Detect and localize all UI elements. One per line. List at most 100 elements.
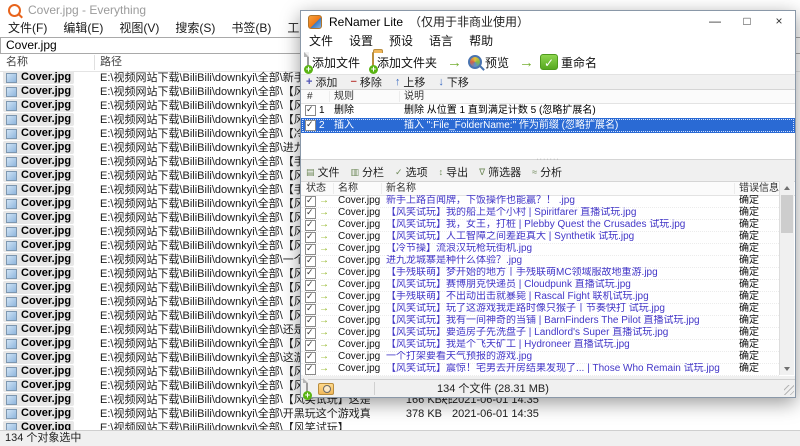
file-row[interactable]: → Cover.jpg 【风笑试玩】震惊！宅男去开房结果发现了... | Those… bbox=[301, 363, 779, 376]
renamer-menu-item[interactable]: 预设 bbox=[381, 33, 421, 50]
rule-checkbox[interactable] bbox=[305, 119, 316, 131]
original-name: Cover.jpg bbox=[338, 303, 381, 314]
file-checkbox[interactable] bbox=[305, 207, 316, 219]
file-checkbox[interactable] bbox=[305, 291, 316, 303]
file-checkbox[interactable] bbox=[305, 267, 316, 279]
original-name: Cover.jpg bbox=[338, 255, 381, 266]
move-up-button[interactable]: ↑ 上移 bbox=[395, 74, 426, 90]
renamed-arrow-icon: → bbox=[319, 351, 329, 362]
image-file-icon bbox=[6, 114, 17, 125]
error-status: 确定 bbox=[739, 339, 759, 350]
add-files-label[interactable]: 添加文件 bbox=[312, 54, 360, 71]
file-checkbox[interactable] bbox=[305, 339, 316, 351]
preview-icon[interactable] bbox=[468, 55, 483, 69]
renamer-menu-item[interactable]: 文件 bbox=[301, 33, 341, 50]
rules-table: # 规则 说明 1 删除 删除 从位置 1 直到满足计数 5 (忽略扩展名) 2 插入 插… bbox=[301, 89, 795, 160]
file-name-cell: Cover.jpg bbox=[3, 393, 75, 406]
rename-icon[interactable]: ✓ bbox=[540, 54, 559, 70]
files-panel-button-筛选器[interactable]: ∇ 筛选器 bbox=[479, 164, 521, 180]
column-header-name[interactable]: 名称 bbox=[6, 54, 28, 71]
files-panel-button-分析[interactable]: ≈ 分析 bbox=[532, 164, 562, 180]
file-checkbox[interactable] bbox=[305, 303, 316, 315]
files-panel-button-label: 分栏 bbox=[362, 167, 385, 179]
flow-arrow-icon: → bbox=[447, 53, 463, 71]
move-down-button[interactable]: ↓ 下移 bbox=[438, 74, 469, 90]
file-checkbox[interactable] bbox=[305, 231, 316, 243]
rules-header-desc[interactable]: 说明 bbox=[404, 90, 424, 103]
scroll-down-icon[interactable] bbox=[780, 362, 794, 375]
files-panel-button-分栏[interactable]: ▥ 分栏 bbox=[351, 164, 385, 180]
file-checkbox[interactable] bbox=[305, 279, 316, 291]
rules-toolbar: + 添加 − 移除 ↑ 上移 ↓ 下移 bbox=[301, 75, 795, 89]
rules-header-number[interactable]: # bbox=[307, 90, 313, 103]
files-header-status[interactable]: 状态 bbox=[306, 182, 326, 195]
rules-header-rule[interactable]: 规则 bbox=[334, 90, 354, 103]
new-name: 一个打架要看天气预报的游戏.jpg bbox=[386, 351, 533, 362]
rule-number: 2 bbox=[319, 120, 325, 131]
file-checkbox[interactable] bbox=[305, 255, 316, 267]
renamer-menu-item[interactable]: 设置 bbox=[341, 33, 381, 50]
flow-arrow-icon: → bbox=[519, 53, 535, 71]
files-panel-button-导出[interactable]: ↕ 导出 bbox=[439, 164, 469, 180]
minimize-button[interactable]: — bbox=[699, 11, 731, 33]
rule-row[interactable]: 1 删除 删除 从位置 1 直到满足计数 5 (忽略扩展名) bbox=[301, 103, 795, 118]
files-header-newname[interactable]: 新名称 bbox=[386, 182, 416, 195]
add-folders-label[interactable]: 添加文件夹 bbox=[377, 54, 437, 71]
file-checkbox[interactable] bbox=[305, 195, 316, 207]
everything-menu-item[interactable]: 书签(B) bbox=[223, 20, 279, 37]
everything-result-row[interactable]: Cover.jpg E:\视频网站下载\BiliBili\downkyi\全部\开… bbox=[0, 407, 800, 421]
file-checkbox[interactable] bbox=[305, 219, 316, 231]
preview-label[interactable]: 预览 bbox=[485, 54, 509, 71]
everything-menu-item[interactable]: 文件(F) bbox=[0, 20, 55, 37]
original-name: Cover.jpg bbox=[338, 219, 381, 230]
file-checkbox[interactable] bbox=[305, 351, 316, 363]
file-name-cell: Cover.jpg bbox=[3, 211, 75, 224]
add-files-status-button[interactable]: + bbox=[303, 378, 312, 400]
renamer-titlebar[interactable]: ReNamer Lite （仅用于非商业使用） — □ × bbox=[301, 11, 795, 33]
file-checkbox[interactable] bbox=[305, 243, 316, 255]
everything-menu-item[interactable]: 视图(V) bbox=[111, 20, 167, 37]
file-checkbox[interactable] bbox=[305, 327, 316, 339]
everything-menu-item[interactable]: 搜索(S) bbox=[167, 20, 223, 37]
add-rule-button[interactable]: + 添加 bbox=[306, 74, 337, 90]
column-header-path[interactable]: 路径 bbox=[100, 54, 122, 71]
files-panel-button-文件[interactable]: ▤ 文件 bbox=[306, 164, 340, 180]
file-name-cell: Cover.jpg bbox=[3, 379, 75, 392]
browse-folder-icon[interactable] bbox=[318, 383, 334, 395]
resize-grip[interactable] bbox=[784, 385, 794, 395]
files-panel-button-选项[interactable]: ✓ 选项 bbox=[395, 164, 428, 180]
everything-result-row[interactable]: Cover.jpg E:\视频网站下载\BiliBili\downkyi\全部\【… bbox=[0, 421, 800, 430]
file-name-cell: Cover.jpg bbox=[3, 197, 75, 210]
error-status: 确定 bbox=[739, 327, 759, 338]
column-divider[interactable] bbox=[94, 55, 95, 70]
options-icon: ✓ bbox=[395, 166, 403, 177]
image-file-icon bbox=[6, 394, 17, 405]
file-name-cell: Cover.jpg bbox=[3, 127, 75, 140]
file-checkbox[interactable] bbox=[305, 315, 316, 327]
files-scrollbar[interactable] bbox=[779, 181, 794, 375]
everything-menu-item[interactable]: 编辑(E) bbox=[55, 20, 111, 37]
file-name: Cover.jpg bbox=[21, 309, 72, 321]
rule-row[interactable]: 2 插入 插入 ":File_FolderName:" 作为前缀 (忽略扩展名) bbox=[301, 118, 795, 133]
renamer-menu-item[interactable]: 语言 bbox=[421, 33, 461, 50]
renamer-window-title: ReNamer Lite （仅用于非商业使用） bbox=[329, 15, 530, 29]
files-header-name[interactable]: 名称 bbox=[338, 182, 358, 195]
image-file-icon bbox=[6, 422, 17, 430]
files-header-error[interactable]: 错误信息 bbox=[739, 182, 779, 195]
new-name: 新手上路百闻牌，下饭操作也能赢？！ .jpg bbox=[386, 195, 575, 206]
add-files-button[interactable]: + bbox=[304, 52, 313, 74]
add-folders-button[interactable]: + bbox=[369, 52, 379, 74]
file-checkbox[interactable] bbox=[305, 363, 316, 375]
scroll-up-icon[interactable] bbox=[780, 181, 794, 194]
scrollbar-thumb[interactable] bbox=[781, 195, 793, 233]
new-name: 【风笑试玩】要造房子先洗盘子 | Landlord's Super 直播试玩.j… bbox=[386, 327, 669, 338]
columns-icon: ▥ bbox=[350, 166, 360, 177]
close-button[interactable]: × bbox=[763, 11, 795, 33]
rule-checkbox[interactable] bbox=[305, 104, 316, 116]
original-name: Cover.jpg bbox=[338, 195, 381, 206]
renamer-toolbar: + 添加文件 + 添加文件夹 → 预览 → ✓ 重命名 bbox=[301, 50, 795, 75]
renamer-menu-item[interactable]: 帮助 bbox=[461, 33, 501, 50]
rename-label[interactable]: 重命名 bbox=[561, 54, 597, 71]
maximize-button[interactable]: □ bbox=[731, 11, 763, 33]
remove-rule-button[interactable]: − 移除 bbox=[350, 74, 381, 90]
